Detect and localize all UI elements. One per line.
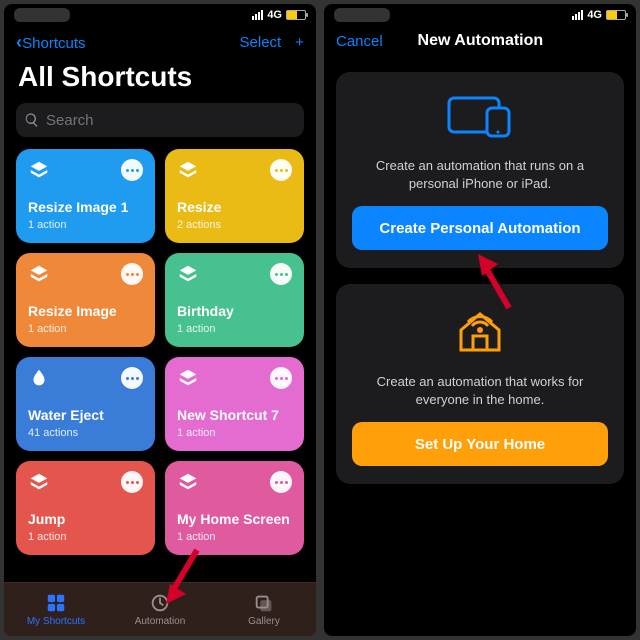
tab-automation[interactable]: Automation	[108, 583, 212, 636]
phone-shortcuts: 00:00 4G ‹ Shortcuts Select + All Shortc…	[4, 4, 316, 636]
layers-icon	[177, 263, 199, 285]
more-button[interactable]	[270, 367, 292, 389]
tile-subtitle: 1 action	[177, 531, 216, 543]
home-desc: Create an automation that works for ever…	[352, 373, 608, 408]
automation-options: Create an automation that runs on a pers…	[324, 56, 636, 500]
back-button[interactable]: ‹ Shortcuts	[16, 32, 86, 53]
layers-icon	[177, 471, 199, 493]
home-icon	[453, 306, 507, 359]
status-bar: 00:00 4G	[4, 4, 316, 26]
drop-icon	[28, 367, 50, 389]
status-time-obscured: 00:00	[14, 8, 70, 22]
battery-icon	[286, 10, 306, 20]
status-bar: 00:00 4G	[324, 4, 636, 26]
tile-subtitle: 1 action	[177, 427, 216, 439]
tile-title: Water Eject	[28, 407, 143, 423]
tile-subtitle: 1 action	[28, 531, 67, 543]
shortcut-tile[interactable]: Water Eject 41 actions	[16, 357, 155, 451]
shortcut-tile[interactable]: Resize Image 1 1 action	[16, 149, 155, 243]
more-button[interactable]	[121, 471, 143, 493]
phone-new-automation: 00:00 4G Cancel New Automation Create an…	[324, 4, 636, 636]
personal-automation-card: Create an automation that runs on a pers…	[336, 72, 624, 268]
gallery-tab-icon	[253, 592, 275, 614]
layers-icon	[28, 159, 50, 181]
cancel-button[interactable]: Cancel	[336, 33, 383, 50]
layers-icon	[177, 367, 199, 389]
tab-gallery[interactable]: Gallery	[212, 583, 316, 636]
tile-subtitle: 1 action	[177, 323, 216, 335]
automation-tab-icon	[149, 592, 171, 614]
home-automation-card: Create an automation that works for ever…	[336, 284, 624, 484]
more-button[interactable]	[270, 159, 292, 181]
tab-my-shortcuts[interactable]: My Shortcuts	[4, 583, 108, 636]
nav-bar: ‹ Shortcuts Select +	[4, 26, 316, 59]
more-button[interactable]	[270, 471, 292, 493]
tile-title: Resize Image 1	[28, 199, 143, 215]
network-label: 4G	[267, 9, 282, 21]
tile-title: Resize Image	[28, 303, 143, 319]
network-label: 4G	[587, 9, 602, 21]
create-personal-automation-button[interactable]: Create Personal Automation	[352, 206, 608, 250]
shortcut-tile[interactable]: Birthday 1 action	[165, 253, 304, 347]
tile-title: Resize	[177, 199, 292, 215]
tile-subtitle: 1 action	[28, 219, 67, 231]
shortcuts-tab-icon	[45, 592, 67, 614]
tab-bar: My Shortcuts Automation Gallery	[4, 582, 316, 636]
tile-subtitle: 41 actions	[28, 427, 78, 439]
shortcut-tile[interactable]: New Shortcut 7 1 action	[165, 357, 304, 451]
shortcuts-grid: Resize Image 11 actionResize2 actionsRes…	[4, 149, 316, 555]
tab-label: Automation	[135, 616, 186, 627]
tile-title: Birthday	[177, 303, 292, 319]
layers-icon	[28, 263, 50, 285]
shortcut-tile[interactable]: Jump 1 action	[16, 461, 155, 555]
select-button[interactable]: Select	[240, 34, 282, 51]
tile-subtitle: 1 action	[28, 323, 67, 335]
shortcut-tile[interactable]: Resize Image 1 action	[16, 253, 155, 347]
tile-title: Jump	[28, 511, 143, 527]
tile-title: My Home Screen	[177, 511, 292, 527]
tab-label: Gallery	[248, 616, 280, 627]
status-time-obscured: 00:00	[334, 8, 390, 22]
devices-icon	[445, 94, 515, 143]
nav-bar: Cancel New Automation	[324, 26, 636, 56]
tab-label: My Shortcuts	[27, 616, 85, 627]
shortcut-tile[interactable]: Resize 2 actions	[165, 149, 304, 243]
modal-title: New Automation	[418, 32, 544, 50]
shortcut-tile[interactable]: My Home Screen 1 action	[165, 461, 304, 555]
search-field[interactable]	[16, 103, 304, 137]
more-button[interactable]	[270, 263, 292, 285]
search-input[interactable]	[46, 112, 296, 129]
tile-subtitle: 2 actions	[177, 219, 221, 231]
search-icon	[24, 112, 40, 128]
more-button[interactable]	[121, 263, 143, 285]
more-button[interactable]	[121, 367, 143, 389]
cell-signal-icon	[252, 10, 263, 20]
setup-home-button[interactable]: Set Up Your Home	[352, 422, 608, 466]
layers-icon	[177, 159, 199, 181]
layers-icon	[28, 471, 50, 493]
add-button[interactable]: +	[295, 35, 304, 50]
page-title: All Shortcuts	[4, 59, 316, 103]
tile-title: New Shortcut 7	[177, 407, 292, 423]
more-button[interactable]	[121, 159, 143, 181]
cell-signal-icon	[572, 10, 583, 20]
personal-desc: Create an automation that runs on a pers…	[352, 157, 608, 192]
battery-icon	[606, 10, 626, 20]
back-label: Shortcuts	[22, 35, 85, 52]
